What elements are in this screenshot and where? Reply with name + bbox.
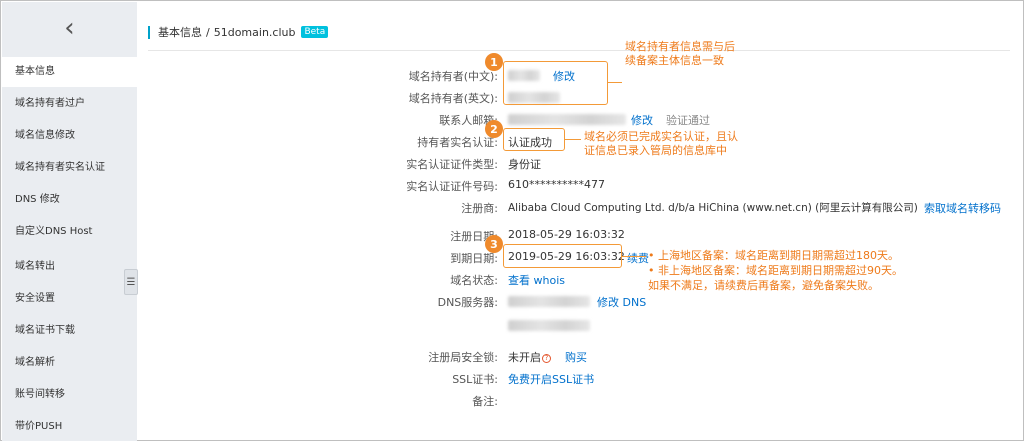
owner-en-label: 域名持有者(英文): (408, 92, 498, 105)
transfer-code-link[interactable]: 索取域名转移码 (924, 200, 1001, 216)
status-label: 域名状态: (450, 274, 498, 287)
annotation-3-line-2: • 非上海地区备案：域名距离到期日期需超过90天。 (648, 264, 903, 277)
breadcrumb-domain: 51domain.club (213, 25, 296, 39)
sidebar-item-custom-dns-host[interactable]: 自定义DNS Host (2, 217, 137, 247)
collapse-menu-icon[interactable]: ☰ (124, 269, 138, 295)
annotation-2-line-2: 证信息已录入管局的信息库中 (584, 144, 727, 157)
sidebar-item-dns-edit[interactable]: DNS 修改 (2, 185, 137, 215)
sidebar-item-owner-transfer[interactable]: 域名持有者过户 (2, 89, 137, 119)
lock-value: 未开启 (508, 351, 541, 364)
sidebar-item-realname-auth[interactable]: 域名持有者实名认证 (2, 153, 137, 183)
annotation-1-line-2: 续备案主体信息一致 (625, 54, 724, 67)
annotation-2-line-1: 域名必须已完成实名认证，且认 (584, 130, 738, 143)
lock-status: 未开启? (508, 349, 551, 365)
renew-link[interactable]: 续费 (627, 250, 649, 266)
dns-server-1-redacted (508, 296, 590, 307)
email-edit-link[interactable]: 修改 (631, 112, 653, 128)
annotation-1-badge: 1 (485, 53, 503, 71)
annotation-1-connector (608, 82, 622, 83)
window-frame: ‹ 基本信息 域名持有者过户 域名信息修改 域名持有者实名认证 DNS 修改 自… (0, 0, 1024, 441)
chevron-left-icon[interactable]: ‹ (2, 2, 137, 54)
sidebar: ‹ 基本信息 域名持有者过户 域名信息修改 域名持有者实名认证 DNS 修改 自… (2, 2, 137, 441)
annotation-3-line-3: 如果不满足，请续费后再备案，避免备案失败。 (648, 279, 879, 292)
dns-edit-link[interactable]: 修改 DNS (597, 294, 646, 310)
owner-cn-label: 域名持有者(中文): (408, 70, 498, 83)
breadcrumb-accent-bar (148, 25, 150, 39)
sidebar-item-transfer-out[interactable]: 域名转出 (2, 252, 137, 282)
main-content: 基本信息 / 51domain.club Beta 域名持有者(中文): 修改 … (138, 2, 1022, 439)
email-status: 验证通过 (666, 114, 710, 127)
lock-label: 注册局安全锁: (428, 351, 498, 364)
annotation-2-connector (565, 139, 581, 140)
sidebar-item-price-push[interactable]: 带价PUSH (2, 412, 137, 442)
idnum-value: 610**********477 (508, 178, 605, 191)
sidebar-item-dns-resolve[interactable]: 域名解析 (2, 348, 137, 378)
idtype-label: 实名认证证件类型: (406, 158, 498, 171)
annotation-3-line-1: • 上海地区备案：域名距离到期日期需超过180天。 (648, 249, 899, 262)
annotation-2-box (503, 128, 565, 151)
annotation-3-connector (622, 256, 646, 257)
annotation-3-badge: 3 (485, 235, 503, 253)
annotation-1-line-1: 域名持有者信息需与后 (625, 40, 735, 53)
idtype-value: 身份证 (508, 158, 541, 171)
help-icon[interactable]: ? (542, 354, 551, 363)
annotation-2-badge: 2 (485, 120, 503, 138)
sidebar-item-basic-info[interactable]: 基本信息 (2, 57, 137, 87)
dns-label: DNS服务器: (437, 296, 498, 309)
beta-badge: Beta (301, 26, 329, 38)
buy-lock-link[interactable]: 购买 (565, 349, 587, 365)
email-value-redacted (508, 114, 626, 125)
annotation-3-box (503, 244, 622, 268)
remark-label: 备注: (472, 395, 498, 408)
regdate-label: 注册日期: (450, 230, 498, 243)
sidebar-item-info-edit[interactable]: 域名信息修改 (2, 121, 137, 151)
ssl-link[interactable]: 免费开启SSL证书 (508, 371, 594, 387)
sidebar-item-account-transfer[interactable]: 账号间转移 (2, 380, 137, 410)
whois-link[interactable]: 查看 whois (508, 272, 565, 288)
sidebar-item-cert-download[interactable]: 域名证书下载 (2, 316, 137, 346)
breadcrumb-section: 基本信息 (158, 26, 202, 39)
regdate-value: 2018-05-29 16:03:32 (508, 228, 625, 241)
annotation-1-box (503, 61, 608, 105)
dns-server-2-redacted (508, 320, 590, 331)
sidebar-item-security[interactable]: 安全设置 (2, 284, 137, 314)
registrar-value: Alibaba Cloud Computing Ltd. d/b/a HiChi… (508, 202, 918, 214)
ssl-label: SSL证书: (452, 373, 498, 386)
registrar-label: 注册商: (461, 202, 498, 215)
idnum-label: 实名认证证件号码: (406, 180, 498, 193)
breadcrumb: 基本信息 / 51domain.club Beta (148, 24, 329, 40)
expdate-label: 到期日期: (450, 252, 498, 265)
email-label: 联系人邮箱: (439, 114, 498, 127)
breadcrumb-separator: / (206, 25, 210, 39)
header-divider (148, 50, 1010, 51)
verify-label: 持有者实名认证: (417, 136, 498, 149)
